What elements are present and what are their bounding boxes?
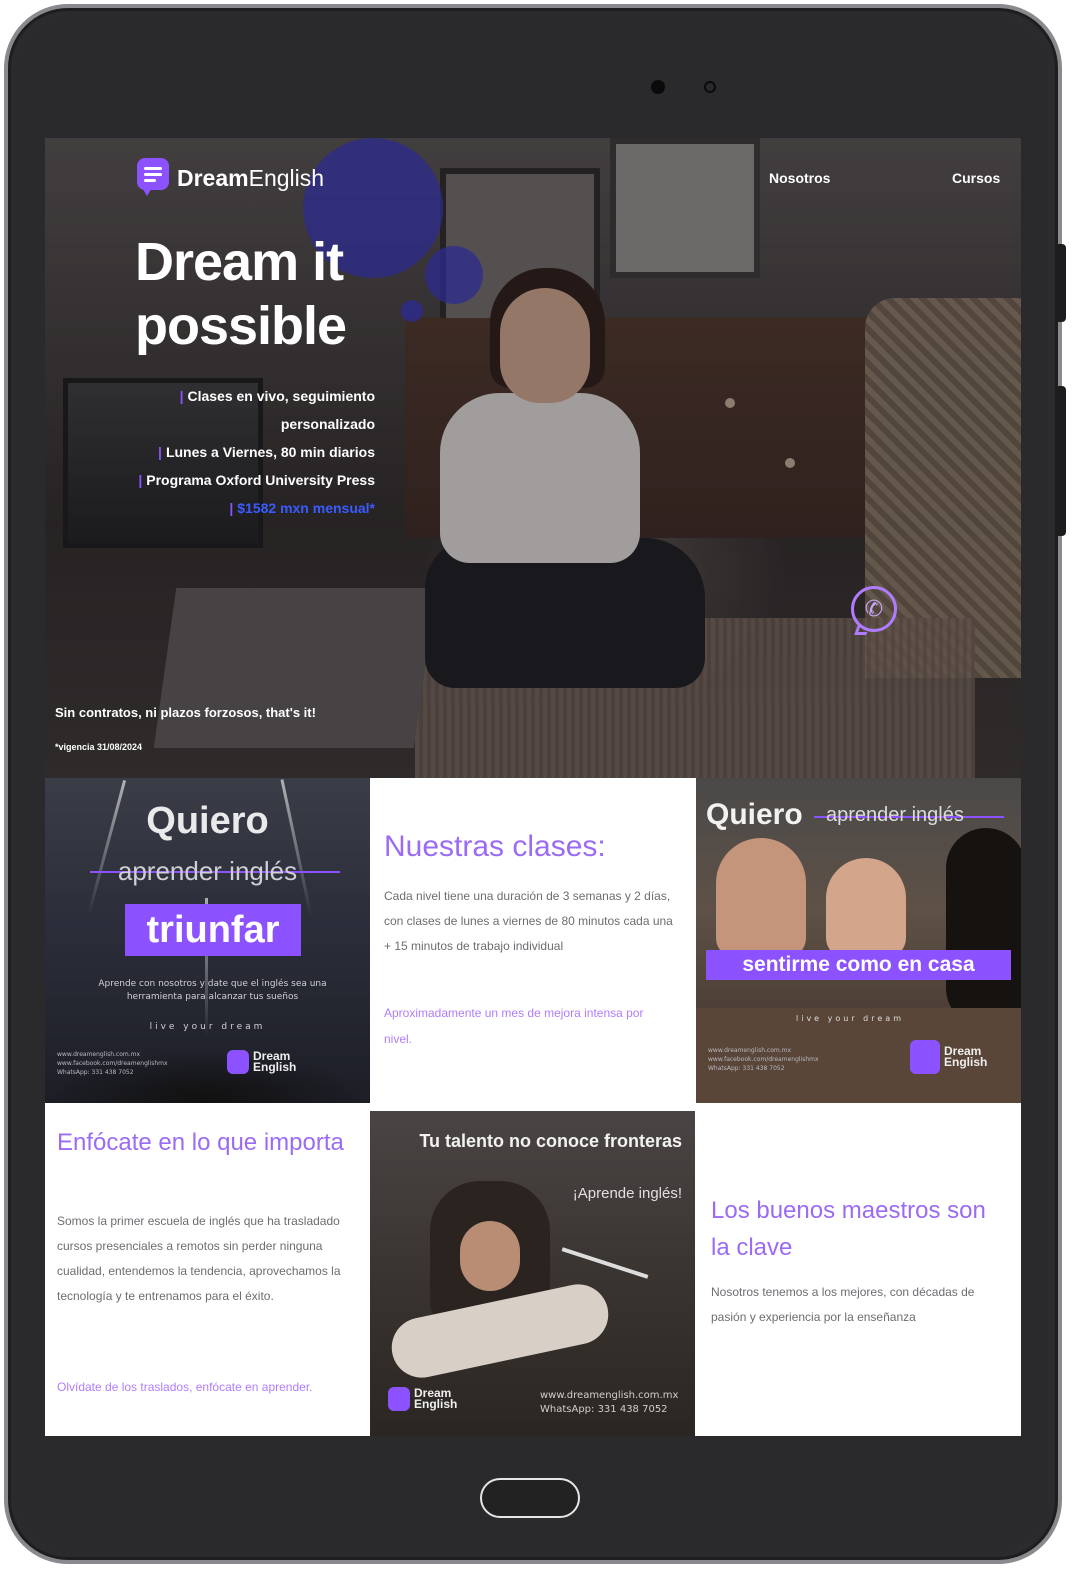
enfocate-link[interactable]: Olvídate de los traslados, enfócate en a… xyxy=(57,1374,347,1400)
poster-badge: sentirme como en casa xyxy=(706,950,1011,980)
poster-title: Tu talento no conoce fronteras xyxy=(419,1131,682,1151)
home-button[interactable] xyxy=(480,1478,580,1518)
price-item: | $1582 mxn mensual* xyxy=(229,500,375,516)
poster-copy: Aprende con nosotros y date que el inglé… xyxy=(98,979,327,1002)
brand-name: DreamEnglish xyxy=(177,164,325,191)
maestros-title: Los buenos maestros son la clave xyxy=(711,1197,986,1261)
poster-logo: Dream English xyxy=(910,1040,996,1074)
clases-link[interactable]: Aproximadamente un mes de mejora intensa… xyxy=(384,1000,674,1052)
maestros-section: Los buenos maestros son la clave Nosotro… xyxy=(696,1106,1021,1431)
chat-logo-icon xyxy=(910,1040,940,1074)
clases-section: Nuestras clases: Cada nivel tiene una du… xyxy=(370,778,695,1103)
brand-logo[interactable]: DreamEnglish xyxy=(137,158,324,198)
clases-title: Nuestras clases: xyxy=(384,830,606,863)
feature-item: | Programa Oxford University Press xyxy=(138,472,375,488)
poster-subtitle: ¡Aprende inglés! xyxy=(572,1185,682,1202)
poster-person xyxy=(716,838,806,958)
vigencia-note: *vigencia 31/08/2024 xyxy=(55,742,143,752)
feature-item: | Lunes a Viernes, 80 min diarios xyxy=(158,444,375,460)
volume-button xyxy=(1058,244,1066,322)
poster-talento: Tu talento no conoce fronteras ¡Aprende … xyxy=(370,1111,695,1436)
enfocate-section: Enfócate en lo que importa Somos la prim… xyxy=(45,1106,370,1431)
enfocate-title: Enfócate en lo que importa xyxy=(57,1129,344,1156)
feature-item: | Clases en vivo, seguimiento personaliza… xyxy=(179,388,375,432)
poster-badge: triunfar xyxy=(125,904,301,956)
screen: DreamEnglish Nosotros Cursos Dream it po… xyxy=(45,138,1021,1436)
nav-cursos[interactable]: Cursos xyxy=(952,170,1000,186)
nav-nosotros[interactable]: Nosotros xyxy=(769,170,830,186)
hero-features: | Clases en vivo, seguimiento personaliza… xyxy=(105,382,375,522)
poster-contact: www.dreamenglish.com.mx www.facebook.com… xyxy=(708,1047,819,1072)
hero-headline: Dream it possible xyxy=(135,232,347,356)
poster-logo: Dream English xyxy=(388,1387,460,1411)
maestros-body: Nosotros tenemos a los mejores, con déca… xyxy=(711,1285,975,1324)
poster-contact: www.dreamenglish.com.mx www.facebook.com… xyxy=(57,1051,168,1076)
poster-contact: www.dreamenglish.com.mx WhatsApp: 331 43… xyxy=(540,1390,679,1415)
chat-logo-icon xyxy=(388,1387,410,1411)
poster-mic xyxy=(561,1247,649,1279)
enfocate-body: Somos la primer escuela de inglés que ha… xyxy=(57,1214,341,1303)
poster-aprender: aprender inglés xyxy=(117,856,298,886)
clases-body: Cada nivel tiene una duración de 3 seman… xyxy=(384,889,673,953)
camera-icon xyxy=(651,80,665,94)
power-button xyxy=(1058,386,1066,536)
poster-person xyxy=(946,828,1021,1028)
poster-musician xyxy=(460,1221,520,1291)
poster-aprender: aprender inglés xyxy=(826,804,964,826)
poster-quiero: Quiero xyxy=(146,800,269,842)
chat-logo-icon xyxy=(227,1050,249,1074)
poster-person xyxy=(826,858,906,958)
poster-casa: Quiero aprender inglés sentirme como en … xyxy=(696,778,1021,1103)
poster-tagline: live your dream xyxy=(796,1014,904,1023)
phone-icon: ✆ xyxy=(864,596,884,622)
sensor-icon xyxy=(704,81,716,93)
poster-quiero: Quiero xyxy=(706,798,803,831)
hero-section: DreamEnglish Nosotros Cursos Dream it po… xyxy=(45,138,1021,778)
poster-triunfar: Quiero aprender inglés triunfar Aprende … xyxy=(45,778,370,1103)
poster-tagline: live your dream xyxy=(149,1022,266,1032)
whatsapp-phone-button[interactable]: ✆ xyxy=(851,586,897,635)
poster-logo: Dream English xyxy=(227,1050,299,1074)
no-contracts-text: Sin contratos, ni plazos forzosos, that'… xyxy=(55,705,316,720)
chat-logo-icon xyxy=(137,158,169,198)
